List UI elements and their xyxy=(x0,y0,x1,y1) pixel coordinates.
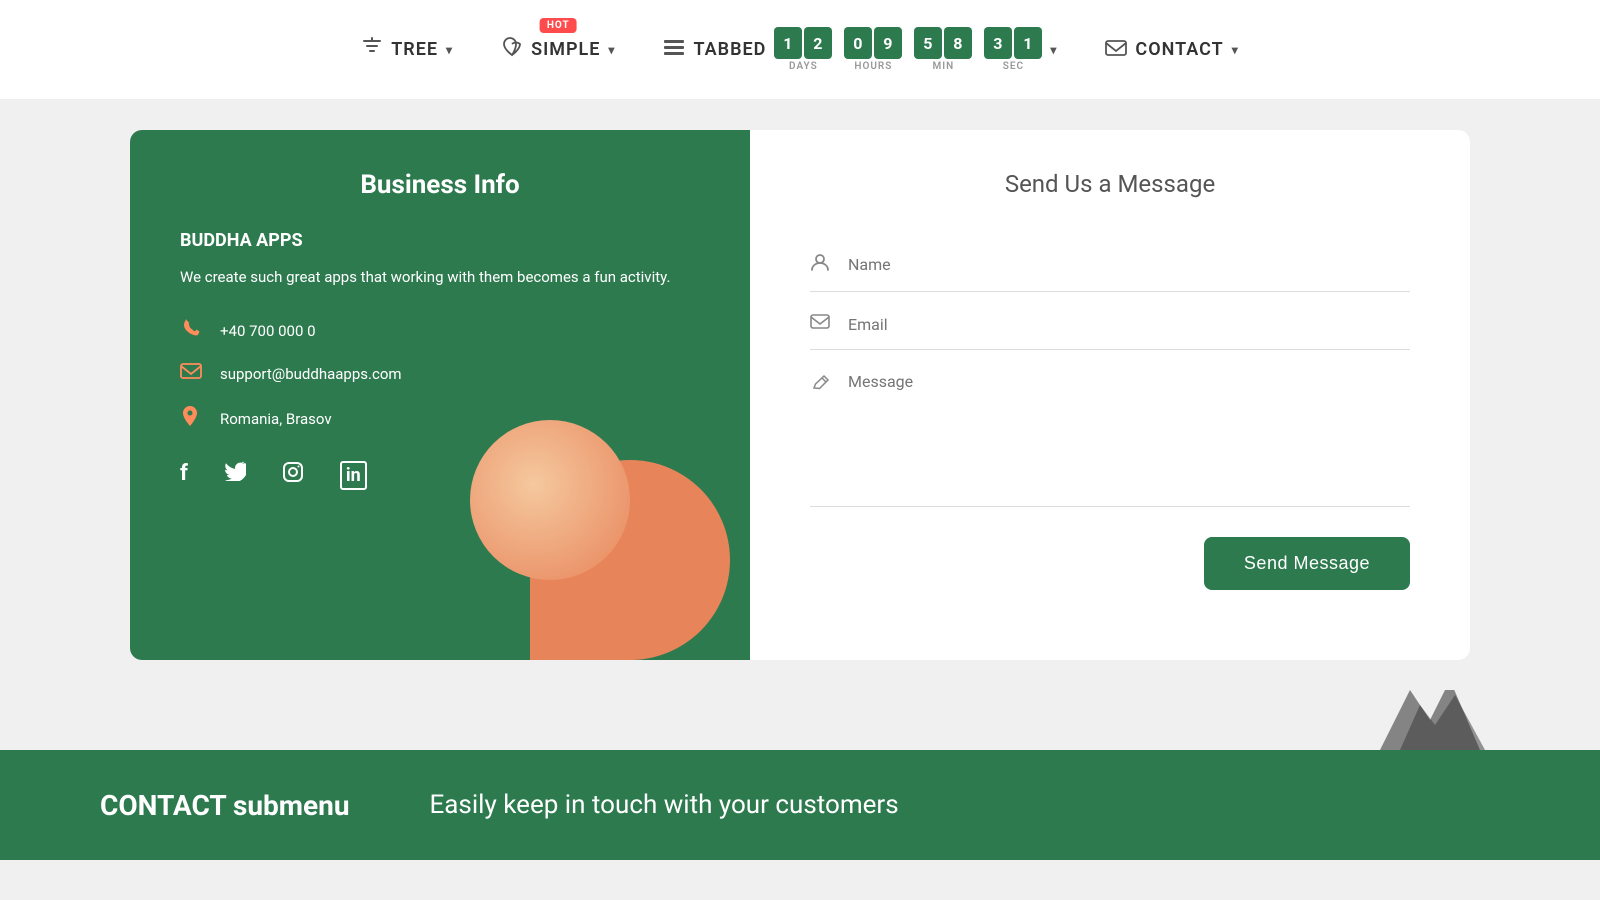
countdown-day1: 1 xyxy=(774,27,802,59)
contact-icon xyxy=(1105,38,1127,62)
email-address: support@buddhaapps.com xyxy=(220,365,402,383)
facebook-icon[interactable]: f xyxy=(180,461,188,490)
tabbed-label: TABBED xyxy=(693,39,766,60)
company-name: BUDDHA APPS xyxy=(180,230,700,251)
contact-chevron: ▾ xyxy=(1232,43,1239,57)
name-field-icon xyxy=(810,252,834,277)
message-textarea[interactable] xyxy=(848,372,1410,492)
email-input[interactable] xyxy=(848,315,1410,334)
countdown-hour2: 9 xyxy=(874,27,902,59)
name-input[interactable] xyxy=(848,255,1410,274)
days-label: DAYS xyxy=(789,61,818,72)
business-panel-title: Business Info xyxy=(180,170,700,200)
countdown-min2: 8 xyxy=(944,27,972,59)
nav-tree[interactable]: TREE ▾ xyxy=(361,36,453,63)
countdown-min1: 5 xyxy=(914,27,942,59)
social-icons: f in xyxy=(180,461,700,490)
tree-icon xyxy=(361,36,383,63)
countdown-day2: 2 xyxy=(804,27,832,59)
countdown-sec2: 1 xyxy=(1014,27,1042,59)
message-field-row xyxy=(810,358,1410,507)
bottom-bar: CONTACT submenu Easily keep in touch wit… xyxy=(0,750,1600,860)
instagram-icon[interactable] xyxy=(282,461,304,490)
location-item: Romania, Brasov xyxy=(180,404,700,433)
name-field-row xyxy=(810,238,1410,292)
deco-circle xyxy=(470,420,630,580)
footer-subtitle: Easily keep in touch with your customers xyxy=(430,790,899,820)
nav-contact[interactable]: CONTACT ▾ xyxy=(1105,38,1238,62)
email-icon xyxy=(180,362,204,386)
business-info-panel: Business Info BUDDHA APPS We create such… xyxy=(130,130,750,660)
phone-icon xyxy=(180,317,204,344)
min-label: MIN xyxy=(933,61,955,72)
location-text: Romania, Brasov xyxy=(220,410,332,428)
simple-icon xyxy=(501,36,523,63)
contact-form-panel: Send Us a Message xyxy=(750,130,1470,660)
simple-label: SIMPLE xyxy=(531,39,600,60)
tabbed-icon xyxy=(663,38,685,62)
sec-label: SEC xyxy=(1003,61,1024,72)
countdown: 1 2 DAYS 0 9 HOURS 5 8 MI xyxy=(774,27,1042,72)
hot-badge: HOT xyxy=(540,18,577,33)
countdown-sec1: 3 xyxy=(984,27,1012,59)
send-message-button[interactable]: Send Message xyxy=(1204,537,1410,590)
tree-chevron: ▾ xyxy=(446,43,453,57)
message-field-icon xyxy=(810,374,834,399)
send-btn-row: Send Message xyxy=(810,537,1410,590)
navbar: TREE ▾ HOT SIMPLE ▾ TABBED xyxy=(0,0,1600,100)
countdown-days-block: 1 2 DAYS xyxy=(774,27,832,72)
contact-label: CONTACT xyxy=(1135,39,1223,60)
linkedin-icon[interactable]: in xyxy=(340,461,367,490)
phone-item: +40 700 000 0 xyxy=(180,317,700,344)
nav-tabbed[interactable]: TABBED 1 2 DAYS 0 9 HOURS xyxy=(663,27,1057,72)
simple-chevron: ▾ xyxy=(608,43,615,57)
email-field-row xyxy=(810,300,1410,350)
location-icon xyxy=(180,404,204,433)
mountains-decoration xyxy=(1320,690,1520,750)
countdown-hours-block: 0 9 HOURS xyxy=(844,27,902,72)
form-title: Send Us a Message xyxy=(810,170,1410,198)
email-field-icon xyxy=(810,314,834,335)
email-item: support@buddhaapps.com xyxy=(180,362,700,386)
hours-label: HOURS xyxy=(854,61,892,72)
main-wrapper: Business Info BUDDHA APPS We create such… xyxy=(0,100,1600,750)
tree-label: TREE xyxy=(391,39,438,60)
company-description: We create such great apps that working w… xyxy=(180,265,700,289)
main-content: Business Info BUDDHA APPS We create such… xyxy=(0,100,1600,690)
footer-title: CONTACT submenu xyxy=(100,789,350,822)
countdown-hour1: 0 xyxy=(844,27,872,59)
tabbed-chevron: ▾ xyxy=(1050,43,1057,57)
phone-number: +40 700 000 0 xyxy=(220,322,316,340)
nav-simple[interactable]: HOT SIMPLE ▾ xyxy=(501,36,615,63)
countdown-min-block: 5 8 MIN xyxy=(914,27,972,72)
mountain-area xyxy=(0,690,1600,750)
twitter-icon[interactable] xyxy=(224,461,246,490)
countdown-sec-block: 3 1 SEC xyxy=(984,27,1042,72)
